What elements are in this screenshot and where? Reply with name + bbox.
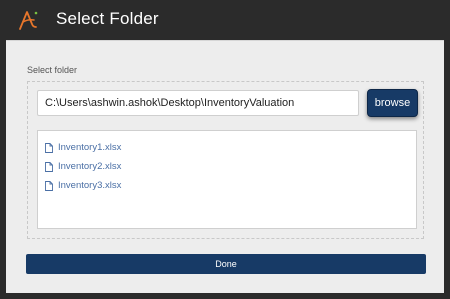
list-item[interactable]: Inventory3.xlsx — [45, 176, 416, 195]
select-folder-dialog: Select folder browse Inventory1.xlsx Inv… — [6, 40, 444, 293]
window-title: Select Folder — [56, 9, 159, 28]
select-folder-label: Select folder — [27, 65, 78, 75]
folder-path-input[interactable] — [37, 90, 359, 116]
app-logo-icon — [19, 11, 38, 30]
file-icon — [45, 161, 53, 172]
file-name: Inventory1.xlsx — [58, 142, 122, 153]
list-item[interactable]: Inventory1.xlsx — [45, 138, 416, 157]
file-list[interactable]: Inventory1.xlsx Inventory2.xlsx Inventor… — [37, 130, 417, 229]
file-name: Inventory3.xlsx — [58, 180, 122, 191]
file-icon — [45, 142, 53, 153]
folder-selection-group: browse Inventory1.xlsx Inventory2.xlsx — [27, 81, 424, 239]
list-item[interactable]: Inventory2.xlsx — [45, 157, 416, 176]
browse-button[interactable]: browse — [367, 89, 418, 117]
file-name: Inventory2.xlsx — [58, 161, 122, 172]
done-button[interactable]: Done — [26, 254, 426, 274]
file-icon — [45, 180, 53, 191]
title-bar: Select Folder — [0, 0, 450, 40]
